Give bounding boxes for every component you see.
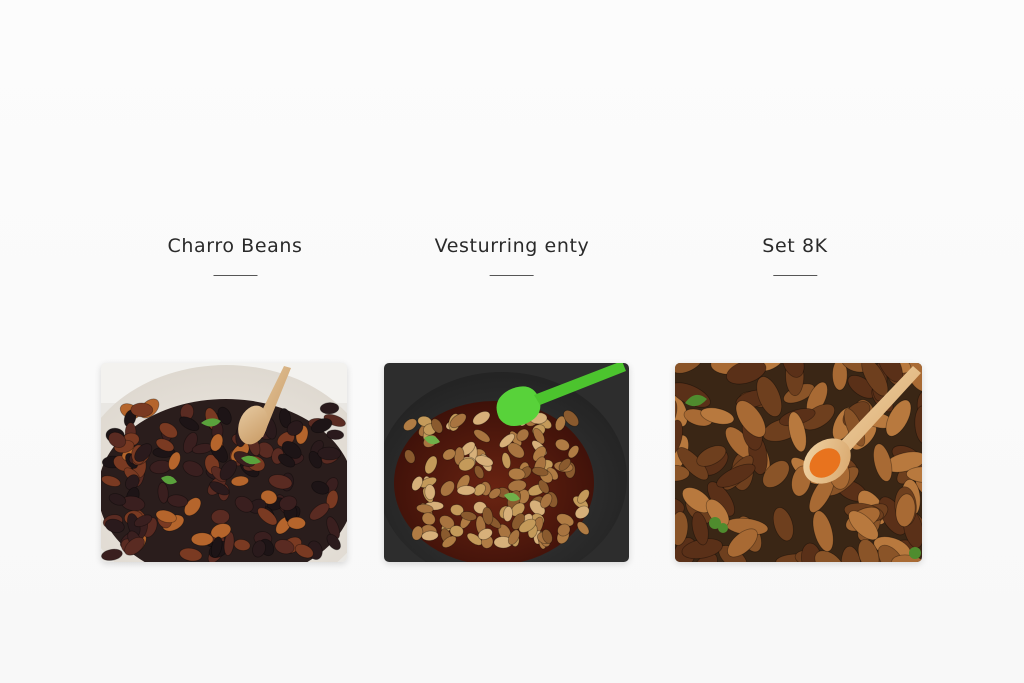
recipe-card-3[interactable] <box>675 363 922 562</box>
recipe-title: Vesturring enty <box>434 235 590 257</box>
black-beans-bowl-photo-icon <box>101 363 347 562</box>
recipe-card-2[interactable] <box>384 363 629 562</box>
recipe-card-charro-beans[interactable] <box>101 363 347 562</box>
roasted-beans-photo-icon <box>675 363 922 562</box>
title-underline <box>772 275 817 276</box>
recipe-heading-3: Set 8K <box>762 234 827 276</box>
title-underline <box>490 275 534 276</box>
recipe-title: Charro Beans <box>167 235 303 257</box>
recipe-heading-2: Vesturring enty <box>435 234 590 276</box>
recipe-heading-charro-beans: Charro Beans <box>168 234 303 276</box>
recipe-title: Set 8K <box>762 235 828 257</box>
bean-stew-pot-photo-icon <box>384 363 629 562</box>
recipe-gallery-page: Charro Beans Vesturring enty Set 8K <box>0 0 1024 683</box>
title-underline <box>213 275 257 276</box>
